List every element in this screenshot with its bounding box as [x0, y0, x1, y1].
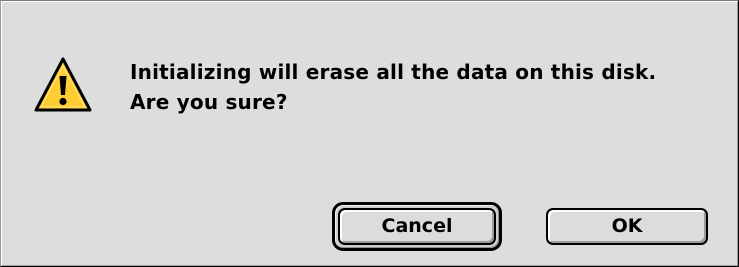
alert-message: Initializing will erase all the data on …	[130, 57, 730, 117]
alert-message-line-1: Initializing will erase all the data on …	[130, 60, 657, 84]
caution-icon	[34, 57, 92, 112]
alert-message-line-2: Are you sure?	[130, 90, 288, 114]
alert-dialog: Initializing will erase all the data on …	[0, 0, 739, 267]
ok-button[interactable]: OK	[546, 208, 708, 245]
cancel-button[interactable]: Cancel	[338, 208, 496, 245]
